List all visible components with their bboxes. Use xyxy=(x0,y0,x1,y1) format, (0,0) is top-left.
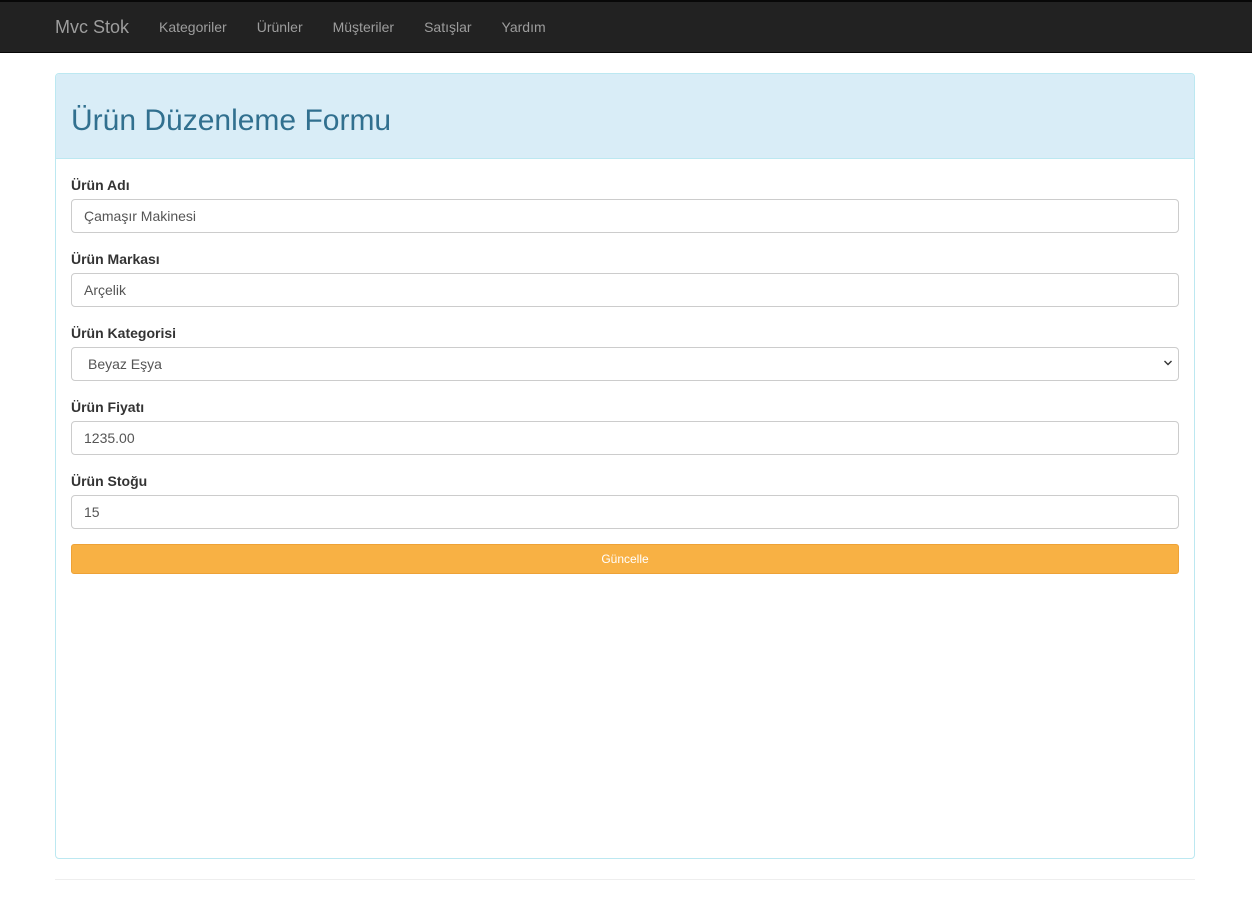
product-brand-input[interactable] xyxy=(71,273,1179,307)
page-title: Ürün Düzenleme Formu xyxy=(71,104,392,137)
nav-item-urunler[interactable]: Ürünler xyxy=(242,2,318,52)
product-stock-input[interactable] xyxy=(71,495,1179,529)
nav-item-musteriler[interactable]: Müşteriler xyxy=(318,2,409,52)
product-category-selected: Beyaz Eşya xyxy=(71,347,1179,381)
product-category-select[interactable]: Beyaz Eşya xyxy=(71,347,1179,381)
product-price-label: Ürün Fiyatı xyxy=(71,399,145,415)
product-edit-panel: Ürün Düzenleme Formu Ürün Adı Ürün Marka… xyxy=(55,73,1195,859)
form-group-category: Ürün Kategorisi Beyaz Eşya xyxy=(71,323,1179,381)
panel-heading: Ürün Düzenleme Formu xyxy=(56,74,1194,159)
form-group-name: Ürün Adı xyxy=(71,175,1179,233)
form-group-brand: Ürün Markası xyxy=(71,249,1179,307)
update-button[interactable]: Güncelle xyxy=(71,544,1179,574)
panel-body: Ürün Adı Ürün Markası Ürün Kategorisi Be… xyxy=(56,159,1194,574)
product-brand-label: Ürün Markası xyxy=(71,251,160,267)
top-navbar: Mvc Stok Kategoriler Ürünler Müşteriler … xyxy=(0,0,1252,53)
navbar-menu: Kategoriler Ürünler Müşteriler Satışlar … xyxy=(144,2,561,52)
nav-item-satislar[interactable]: Satışlar xyxy=(409,2,486,52)
product-price-input[interactable] xyxy=(71,421,1179,455)
product-name-label: Ürün Adı xyxy=(71,177,130,193)
form-group-stock: Ürün Stoğu xyxy=(71,471,1179,529)
footer-divider xyxy=(55,879,1195,880)
navbar-brand[interactable]: Mvc Stok xyxy=(55,2,129,52)
product-stock-label: Ürün Stoğu xyxy=(71,473,148,489)
chevron-down-icon xyxy=(1164,360,1172,366)
nav-item-kategoriler[interactable]: Kategoriler xyxy=(144,2,242,52)
product-name-input[interactable] xyxy=(71,199,1179,233)
product-category-label: Ürün Kategorisi xyxy=(71,325,177,341)
nav-item-yardim[interactable]: Yardım xyxy=(487,2,561,52)
form-group-price: Ürün Fiyatı xyxy=(71,397,1179,455)
product-edit-form: Ürün Adı Ürün Markası Ürün Kategorisi Be… xyxy=(71,175,1179,574)
